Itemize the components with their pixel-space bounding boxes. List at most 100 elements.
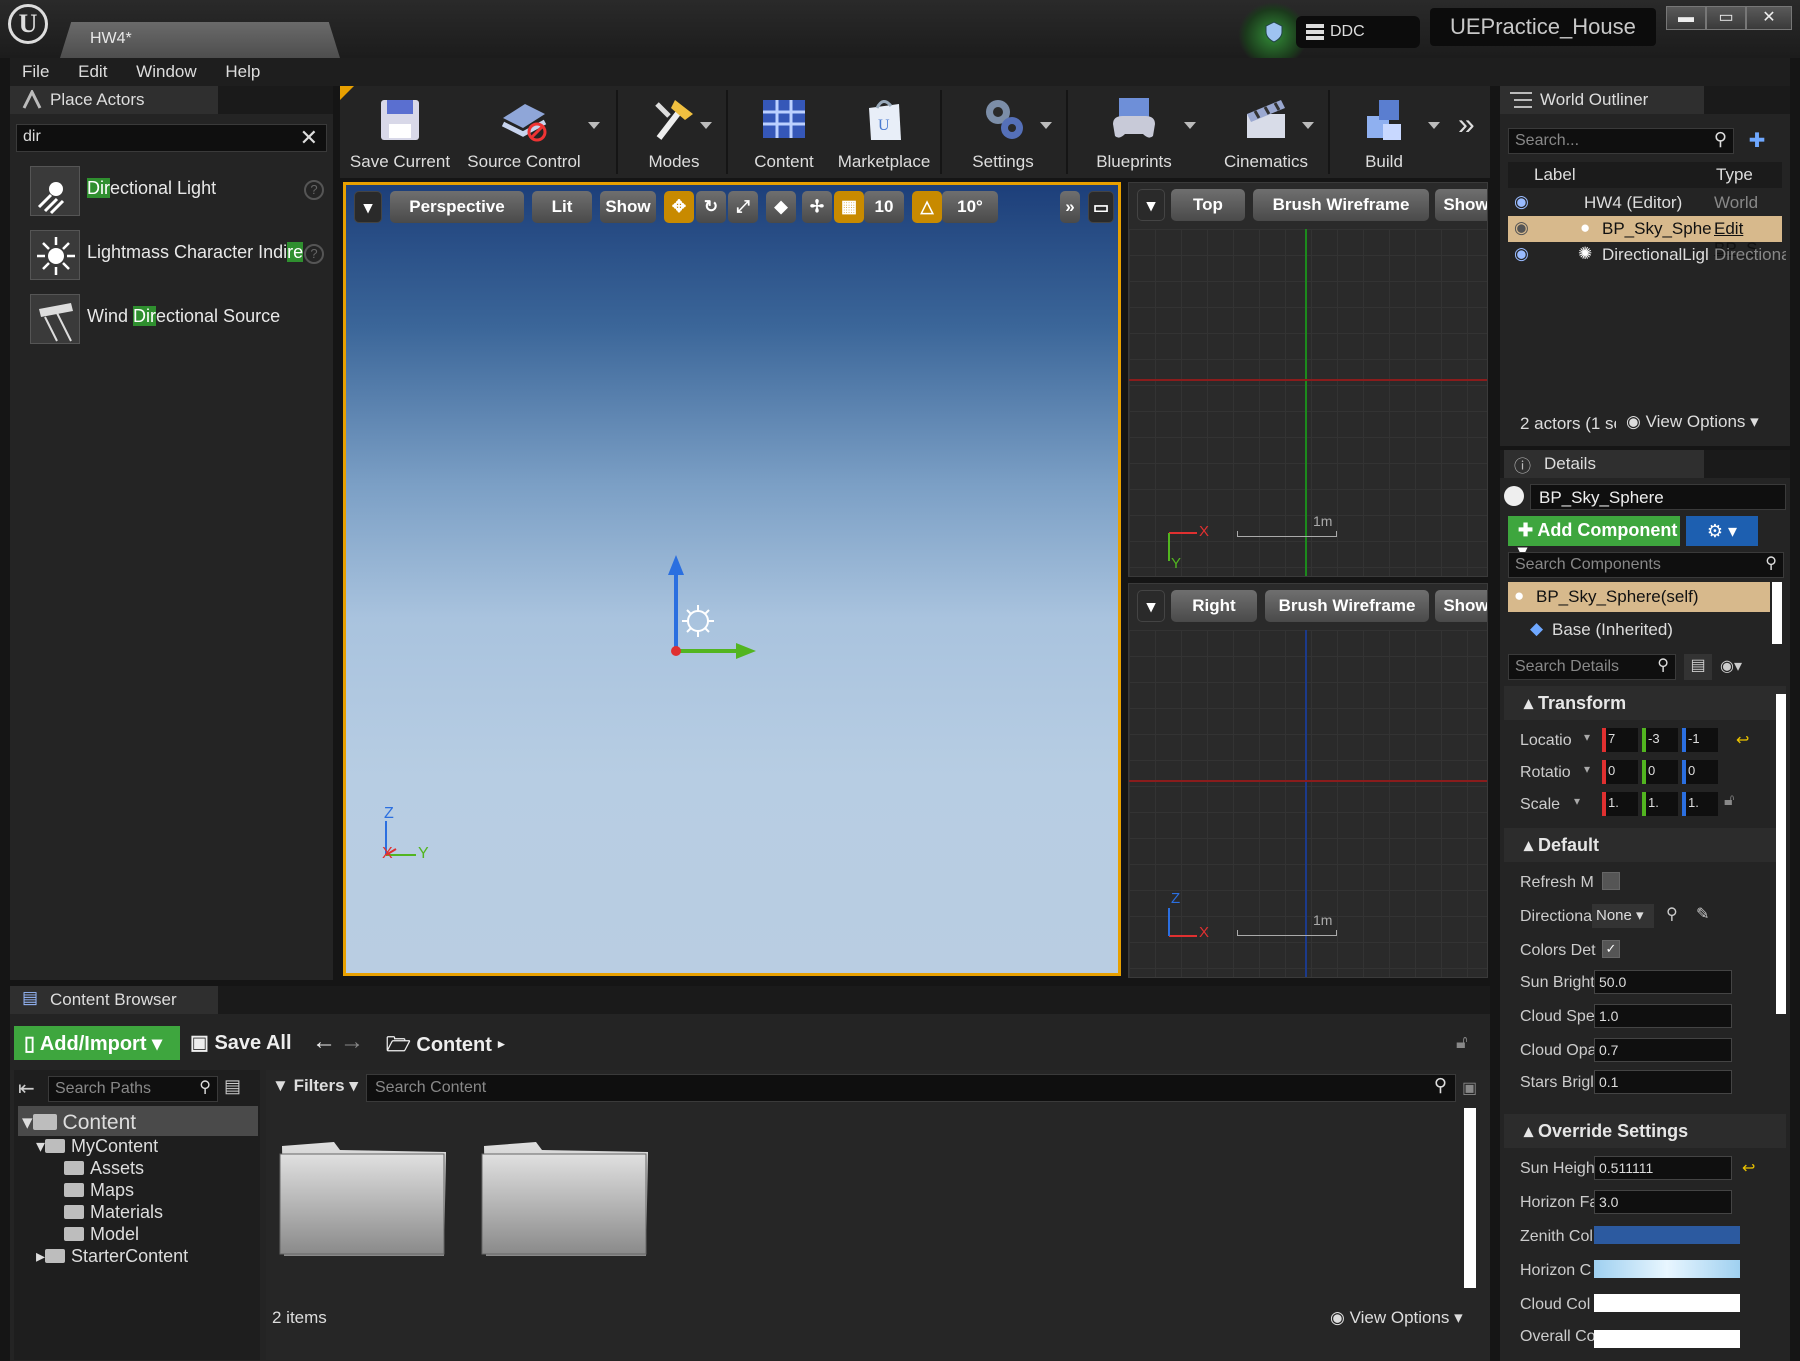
menu-window[interactable]: Window [124, 58, 208, 86]
brush-wireframe-button[interactable]: Brush Wireframe [1265, 590, 1429, 622]
search-content-input[interactable]: Search Content ⚲ [366, 1074, 1456, 1102]
build-button[interactable]: Build [1334, 86, 1434, 178]
content-button[interactable]: Content [734, 86, 834, 178]
search-details-input[interactable]: Search Details ⚲ [1508, 654, 1676, 680]
toolbar-overflow-icon[interactable]: » [1458, 108, 1475, 142]
view-options-button[interactable]: ◉ View Options ▾ [1330, 1308, 1463, 1328]
grid-snap-value[interactable]: 10 [864, 191, 904, 223]
tree-item-content[interactable]: ▾ Content [22, 1110, 136, 1135]
components-scrollbar[interactable] [1772, 582, 1782, 644]
overall-color-swatch[interactable] [1594, 1330, 1740, 1348]
scale-x-input[interactable]: 1. [1602, 792, 1638, 816]
history-back-icon[interactable]: ← [312, 1028, 336, 1056]
minimize-button[interactable]: ▬ [1666, 6, 1706, 30]
location-y-input[interactable]: -3 [1642, 728, 1678, 752]
actor-item-directional-light[interactable]: Directional Light ? [20, 162, 330, 220]
lock-icon[interactable]: 🔓︎ [1456, 1032, 1468, 1053]
history-forward-icon[interactable]: → [340, 1028, 364, 1056]
actor-name-input[interactable]: BP_Sky_Sphere [1530, 484, 1786, 510]
show-button[interactable]: Show [600, 191, 656, 223]
location-z-input[interactable]: -1 [1682, 728, 1718, 752]
close-button[interactable]: ✕ [1746, 6, 1792, 30]
cinematics-dropdown-icon[interactable] [1302, 122, 1314, 129]
show-button[interactable]: Show [1435, 189, 1487, 221]
modes-dropdown-icon[interactable] [700, 122, 712, 129]
transform-gizmo[interactable] [646, 555, 766, 665]
reset-to-default-icon[interactable]: ↩ [1736, 730, 1749, 750]
outliner-row-sky-sphere[interactable]: ◉ ● BP_Sky_Spher Edit BP_S [1508, 216, 1782, 258]
location-x-input[interactable]: 7 [1602, 728, 1638, 752]
brush-wireframe-button[interactable]: Brush Wireframe [1253, 189, 1429, 221]
transform-section-header[interactable]: ▴ Transform [1504, 686, 1786, 720]
path-view-options-icon[interactable]: ▤ [224, 1076, 241, 1097]
blueprint-options-button[interactable]: ⚙ ▾ [1686, 516, 1758, 546]
sun-height-input[interactable]: 0.511111 [1594, 1156, 1732, 1180]
maximize-button[interactable]: ▭ [1706, 6, 1746, 30]
cinematics-button[interactable]: Cinematics [1200, 86, 1332, 178]
refresh-material-checkbox[interactable] [1602, 872, 1620, 890]
translate-tool-icon[interactable]: ✥ [664, 191, 694, 223]
search-paths-input[interactable]: Search Paths ⚲ [48, 1076, 218, 1102]
actor-item-lightmass-character-indirect[interactable]: Lightmass Character Indire ? [20, 226, 330, 284]
perspective-viewport[interactable]: ▾ Perspective Lit Show ✥ ↻ ⤢ ◆ ✢ ▦ 10 △ … [343, 182, 1121, 976]
details-scrollbar[interactable] [1776, 694, 1786, 1014]
add-import-button[interactable]: ▯ Add/Import ▾ [14, 1026, 180, 1060]
collapse-paths-icon[interactable]: ⇤ [18, 1076, 35, 1101]
tree-item-assets[interactable]: Assets [64, 1158, 144, 1179]
viewport-options-button[interactable]: ▾ [354, 191, 382, 223]
right-view-button[interactable]: Right [1171, 590, 1257, 622]
viewport-more-icon[interactable]: » [1060, 191, 1080, 223]
asset-scrollbar[interactable] [1464, 1108, 1476, 1288]
cloud-opacity-input[interactable]: 0.7 [1594, 1038, 1732, 1062]
stars-brightness-input[interactable]: 0.1 [1594, 1070, 1732, 1094]
path-breadcrumb[interactable]: 🗁︎ Content ▸ [386, 1030, 505, 1064]
component-self[interactable]: ● BP_Sky_Sphere(self) [1508, 582, 1770, 612]
tree-item-maps[interactable]: Maps [64, 1180, 134, 1201]
rotation-snap-value[interactable]: 10° [942, 191, 998, 223]
cloud-speed-input[interactable]: 1.0 [1594, 1004, 1732, 1028]
horizon-falloff-input[interactable]: 3.0 [1594, 1190, 1732, 1214]
lit-button[interactable]: Lit [532, 191, 592, 223]
tree-item-model[interactable]: Model [64, 1224, 139, 1245]
zenith-color-swatch[interactable] [1594, 1226, 1740, 1244]
add-component-button[interactable]: ✚ Add Component ▾ [1508, 516, 1680, 561]
top-viewport[interactable]: ▾ Top Brush Wireframe Show 1m X Y [1128, 182, 1488, 577]
reset-to-default-icon[interactable]: ↩ [1742, 1158, 1755, 1178]
rotation-snap-icon[interactable]: △ [912, 191, 942, 223]
marketplace-button[interactable]: U Marketplace [834, 86, 934, 178]
show-button[interactable]: Show [1435, 590, 1487, 622]
top-view-button[interactable]: Top [1171, 189, 1245, 221]
right-viewport[interactable]: ▾ Right Brush Wireframe Show 1m X Z [1128, 583, 1488, 978]
visibility-options-icon[interactable]: ◉▾ [1720, 654, 1760, 680]
blueprints-button[interactable]: Blueprints [1074, 86, 1194, 178]
actor-item-wind-directional-source[interactable]: Wind Directional Source [20, 290, 330, 348]
horizon-color-swatch[interactable] [1594, 1260, 1740, 1278]
surface-snap-icon[interactable]: ✢ [802, 191, 832, 223]
eyedropper-icon[interactable]: ✎ [1696, 904, 1709, 924]
tree-item-mycontent[interactable]: ▾ MyContent [36, 1136, 158, 1157]
sun-brightness-input[interactable]: 50.0 [1594, 970, 1732, 994]
help-icon[interactable]: ? [304, 180, 324, 200]
type-column-header[interactable]: Type [1716, 165, 1753, 185]
level-tab[interactable]: HW4* [60, 22, 340, 58]
place-actors-search-input[interactable]: dir ✕ [16, 124, 327, 152]
label-column-header[interactable]: Label [1534, 165, 1576, 185]
world-local-icon[interactable]: ◆ [766, 191, 796, 223]
help-icon[interactable]: ? [304, 244, 324, 264]
rotation-z-input[interactable]: 0 [1682, 760, 1718, 784]
menu-help[interactable]: Help [213, 58, 272, 86]
ddc-button[interactable]: DDC [1296, 16, 1420, 48]
outliner-row-directional-light[interactable]: ◉ ✺ DirectionalLigl Directiona [1508, 242, 1786, 268]
grid-snap-icon[interactable]: ▦ [834, 191, 864, 223]
settings-button[interactable]: Settings [948, 86, 1058, 178]
scale-tool-icon[interactable]: ⤢ [728, 191, 758, 223]
dropdown-arrow-icon[interactable]: ▾ [1574, 794, 1580, 808]
outliner-search-input[interactable]: Search... ⚲ [1508, 128, 1734, 154]
blueprints-dropdown-icon[interactable] [1184, 122, 1196, 129]
content-browser-tab[interactable]: ▤ Content Browser [10, 986, 218, 1014]
visibility-eye-icon[interactable]: ◉ [1514, 244, 1529, 264]
dropdown-arrow-icon[interactable]: ▾ [1584, 762, 1590, 776]
details-tab[interactable]: ⓘ Details [1504, 450, 1704, 478]
settings-dropdown-icon[interactable] [1040, 122, 1052, 129]
menu-edit[interactable]: Edit [66, 58, 119, 86]
